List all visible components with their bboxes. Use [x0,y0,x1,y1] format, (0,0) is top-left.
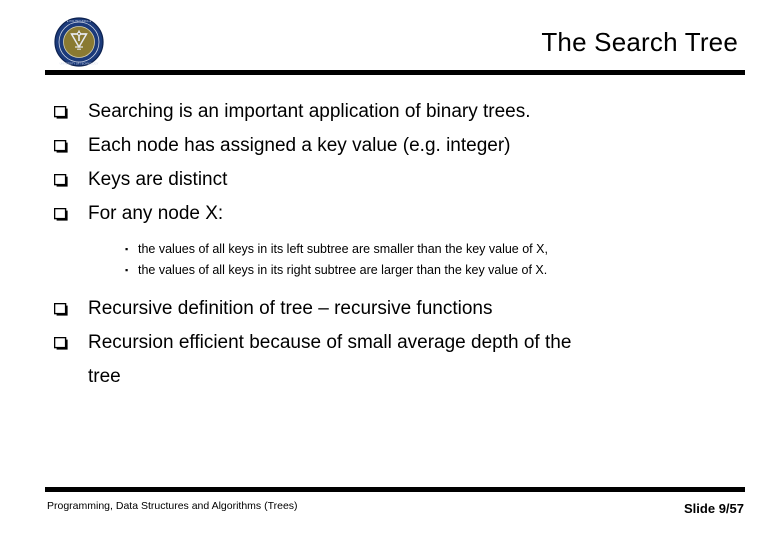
small-filled-square-bullet-icon: ▪ [125,265,129,275]
list-item: Recursive definition of tree – recursive… [45,292,745,326]
slide-number-label: Slide 9/57 [684,501,744,516]
list-item-label: Each node has assigned a key value (e.g.… [88,135,511,156]
slide-title: The Search Tree [541,27,738,57]
hollow-square-bullet-icon [54,95,76,119]
list-item-continuation: tree [88,366,121,387]
list-item: Recursion efficient because of small ave… [45,326,745,360]
list-item: Each node has assigned a key value (e.g.… [45,129,745,163]
list-item-label: For any node X: [88,203,224,224]
hollow-square-bullet-icon [54,197,76,221]
slide: ★ POLITECHNIKA ★ UNIVERSITY OF TECHNOLOG… [0,0,780,540]
list-item-label: Recursive definition of tree – recursive… [88,298,493,319]
svg-text:UNIVERSITY OF TECHNOLOGY: UNIVERSITY OF TECHNOLOGY [60,62,99,66]
footer-course-label: Programming, Data Structures and Algorit… [47,500,298,512]
hollow-square-bullet-icon [54,163,76,187]
list-item-label: Recursion efficient because of small ave… [88,332,572,353]
hollow-square-bullet-icon [54,292,76,316]
list-item-label: Keys are distinct [88,169,228,190]
sub-list-item-label: the values of all keys in its right subt… [138,263,548,277]
small-filled-square-bullet-icon: ▪ [125,244,129,254]
sub-list-item: ▪ the values of all keys in its right su… [45,260,745,281]
list-item: Keys are distinct [45,163,745,197]
footer-divider-rule [45,487,745,492]
sub-list: ▪ the values of all keys in its left sub… [45,239,745,281]
sub-list-item: ▪ the values of all keys in its left sub… [45,239,745,260]
hollow-square-bullet-icon [54,326,76,350]
svg-text:★ POLITECHNIKA ★: ★ POLITECHNIKA ★ [67,19,93,23]
university-seal-logo: ★ POLITECHNIKA ★ UNIVERSITY OF TECHNOLOG… [54,17,104,67]
list-item: For any node X: [45,197,745,231]
list-item: Searching is an important application of… [45,95,745,129]
slide-body: Searching is an important application of… [45,95,745,394]
title-divider-rule [45,70,745,75]
hollow-square-bullet-icon [54,129,76,153]
list-item-label: Searching is an important application of… [88,101,531,122]
sub-list-item-label: the values of all keys in its left subtr… [138,242,548,256]
